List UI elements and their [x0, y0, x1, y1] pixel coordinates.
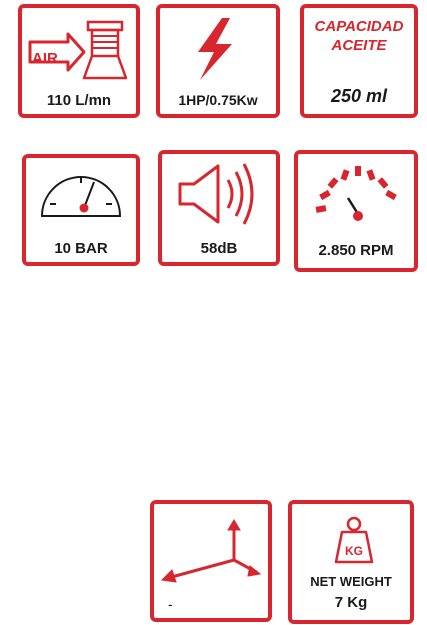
speaker-sound-icon [178, 163, 254, 225]
net-weight-card: KG NET WEIGHT 7 Kg [288, 500, 414, 624]
air-flow-value: 110 L/mn [46, 92, 112, 109]
rpm-card: 2.850 RPM [294, 150, 418, 272]
pressure-card: 10 BAR [22, 154, 140, 266]
oil-capacity-title-line2: ACEITE [331, 37, 387, 54]
net-weight-value: 7 Kg [334, 594, 368, 611]
weight-icon [334, 516, 374, 564]
dimensions-card: - [150, 500, 272, 622]
noise-value: 58dB [200, 240, 238, 257]
air-flow-icon [28, 20, 128, 80]
power-value: 1HP/0.75Kw [178, 92, 258, 108]
pressure-value: 10 BAR [54, 240, 108, 257]
speedometer-icon [315, 166, 397, 221]
oil-capacity-icon: CAPACIDAD ACEITE [304, 18, 414, 54]
pressure-gauge-icon [40, 176, 122, 217]
power-card: 1HP/0.75Kw [156, 4, 280, 118]
air-label: AIR [32, 50, 58, 67]
net-weight-title: NET WEIGHT [310, 574, 392, 589]
weight-kg-label: KG [345, 544, 363, 558]
lightning-bolt-icon [198, 18, 232, 80]
noise-card: 58dB [158, 150, 280, 266]
rpm-value: 2.850 RPM [318, 242, 394, 259]
oil-capacity-title-line1: CAPACIDAD [314, 18, 404, 35]
dimensions-value: - [168, 596, 173, 612]
oil-capacity-value: 250 ml [330, 86, 388, 106]
air-flow-card: AIR 110 L/mn [18, 4, 140, 118]
oil-capacity-card: CAPACIDAD ACEITE 250 ml [300, 4, 418, 118]
